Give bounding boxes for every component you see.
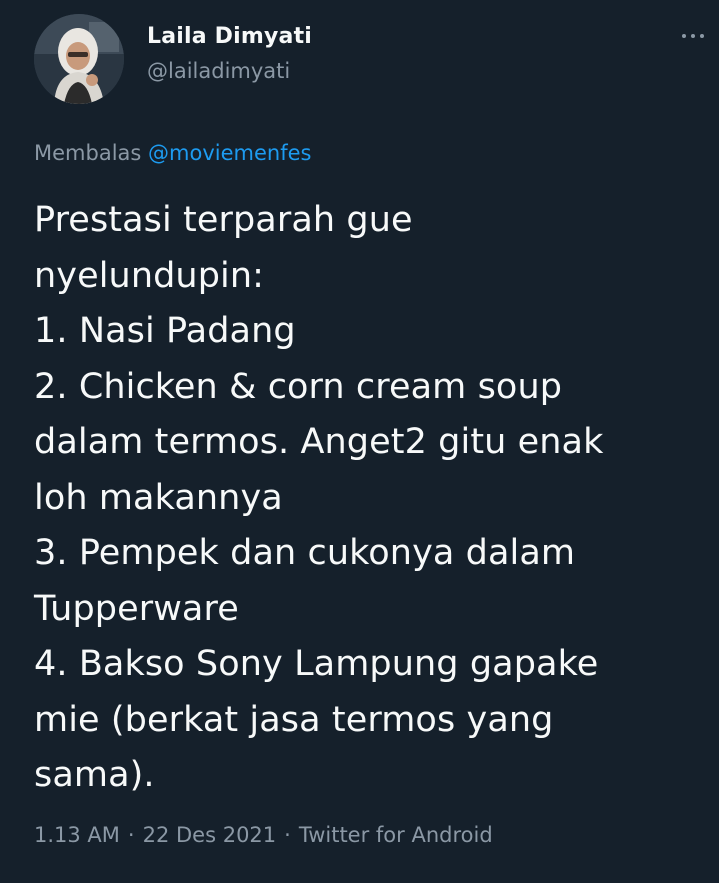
tweet-source[interactable]: Twitter for Android <box>299 823 493 847</box>
reply-context: Membalas @moviemenfes <box>34 140 311 166</box>
author-names: Laila Dimyati @lailadimyati <box>147 24 312 84</box>
user-handle[interactable]: @lailadimyati <box>147 58 312 84</box>
tweet-date[interactable]: 22 Des 2021 <box>143 823 277 847</box>
more-options-icon <box>682 34 686 38</box>
meta-separator: · <box>284 823 291 847</box>
more-options-icon-dot <box>691 34 695 38</box>
meta-separator: · <box>127 823 135 847</box>
display-name[interactable]: Laila Dimyati <box>147 24 312 50</box>
reply-mention-link[interactable]: @moviemenfes <box>148 141 311 165</box>
avatar-image <box>34 14 124 104</box>
more-options-button[interactable] <box>664 24 704 48</box>
tweet-time[interactable]: 1.13 AM <box>34 823 120 847</box>
avatar[interactable] <box>34 14 124 104</box>
reply-label: Membalas <box>34 141 142 165</box>
tweet-text: Prestasi terparah gue nyelundupin: 1. Na… <box>34 200 604 795</box>
more-options-icon-dot <box>700 34 704 38</box>
tweet-header: Laila Dimyati @lailadimyati <box>34 14 704 104</box>
tweet-metadata: 1.13 AM · 22 Des 2021 · Twitter for Android <box>34 821 493 849</box>
tweet: Laila Dimyati @lailadimyati Membalas @mo… <box>0 0 719 883</box>
